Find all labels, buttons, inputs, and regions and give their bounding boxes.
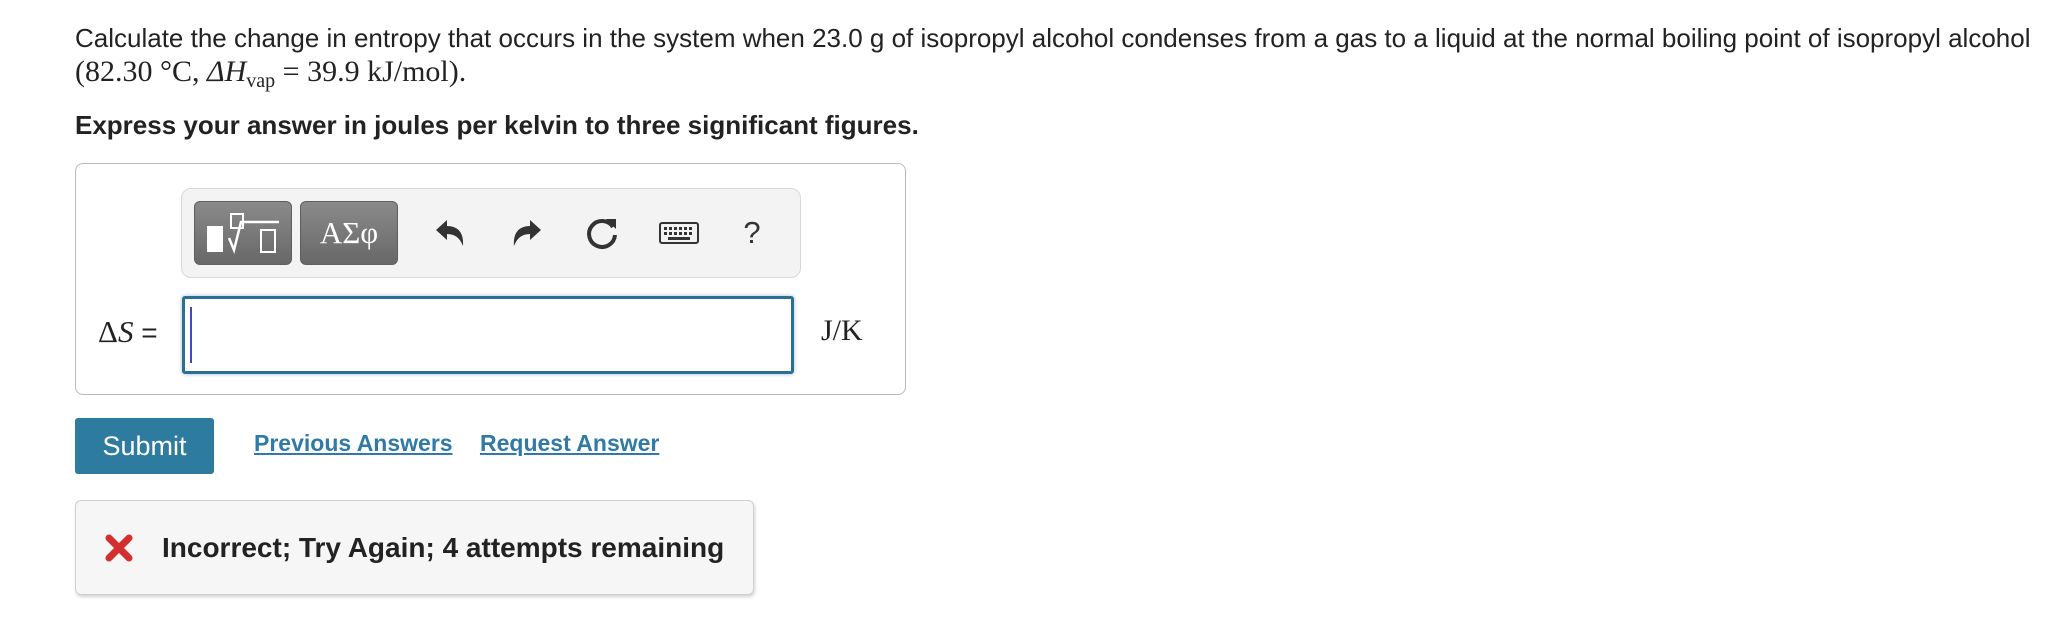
keyboard-icon [659, 222, 699, 244]
vap-subscript: vap [246, 70, 276, 92]
request-answer-link[interactable]: Request Answer [480, 430, 659, 457]
boiling-point: (82.30 °C, [75, 55, 207, 88]
question-line-1: Calculate the change in entropy that occ… [75, 23, 2031, 53]
feedback-banner: Incorrect; Try Again; 4 attempts remaini… [75, 500, 754, 595]
templates-icon [207, 213, 279, 254]
help-icon: ? [743, 215, 761, 250]
help-button[interactable]: ? [737, 211, 767, 255]
question-line-2: (82.30 °C, ΔHvap = 39.9 kJ/mol). [75, 55, 2050, 98]
error-x-icon [105, 534, 133, 562]
submit-button[interactable]: Submit [75, 418, 214, 474]
text-caret [190, 307, 192, 363]
unit-label: J/K [821, 314, 863, 347]
feedback-message: Incorrect; Try Again; 4 attempts remaini… [162, 532, 725, 563]
s-symbol: S [117, 314, 134, 349]
delta-h-symbol: ΔH [207, 55, 247, 88]
delta-symbol: Δ [98, 314, 118, 349]
equals-sign: = [133, 317, 158, 348]
undo-icon [436, 220, 464, 246]
redo-button[interactable] [507, 211, 547, 255]
greek-symbols-button[interactable]: ΑΣφ [300, 201, 398, 265]
redo-icon [513, 220, 541, 246]
keyboard-button[interactable] [657, 211, 701, 255]
answer-instruction: Express your answer in joules per kelvin… [75, 110, 919, 140]
templates-button[interactable] [194, 201, 292, 265]
reset-icon [587, 219, 617, 249]
answer-box: ΑΣφ ? ΔS = J/K [75, 163, 906, 395]
question-text: Calculate the change in entropy that occ… [75, 22, 2050, 98]
previous-answers-link[interactable]: Previous Answers [254, 430, 453, 457]
math-toolbar: ΑΣφ ? [181, 188, 801, 278]
delta-s-label: ΔS = [98, 314, 158, 350]
undo-button[interactable] [430, 211, 470, 255]
reset-button[interactable] [582, 211, 622, 255]
enthalpy-value: = 39.9 kJ/mol). [275, 55, 467, 88]
answer-input[interactable] [182, 296, 794, 374]
